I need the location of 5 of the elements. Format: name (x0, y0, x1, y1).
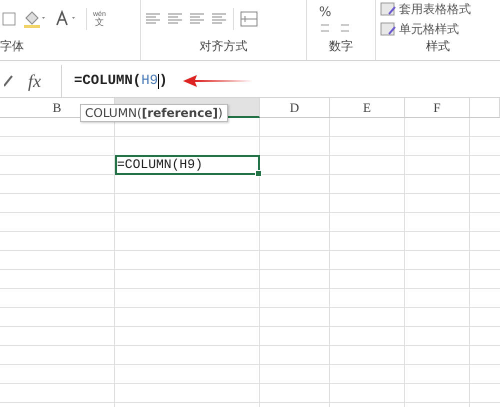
group-label: 对齐方式 (198, 38, 248, 55)
tooltip: COLUMN([reference]) (80, 104, 228, 122)
group-label: 字体 (0, 38, 25, 55)
group-label: 样式 (425, 38, 451, 55)
group-label: 数字 (328, 38, 354, 55)
